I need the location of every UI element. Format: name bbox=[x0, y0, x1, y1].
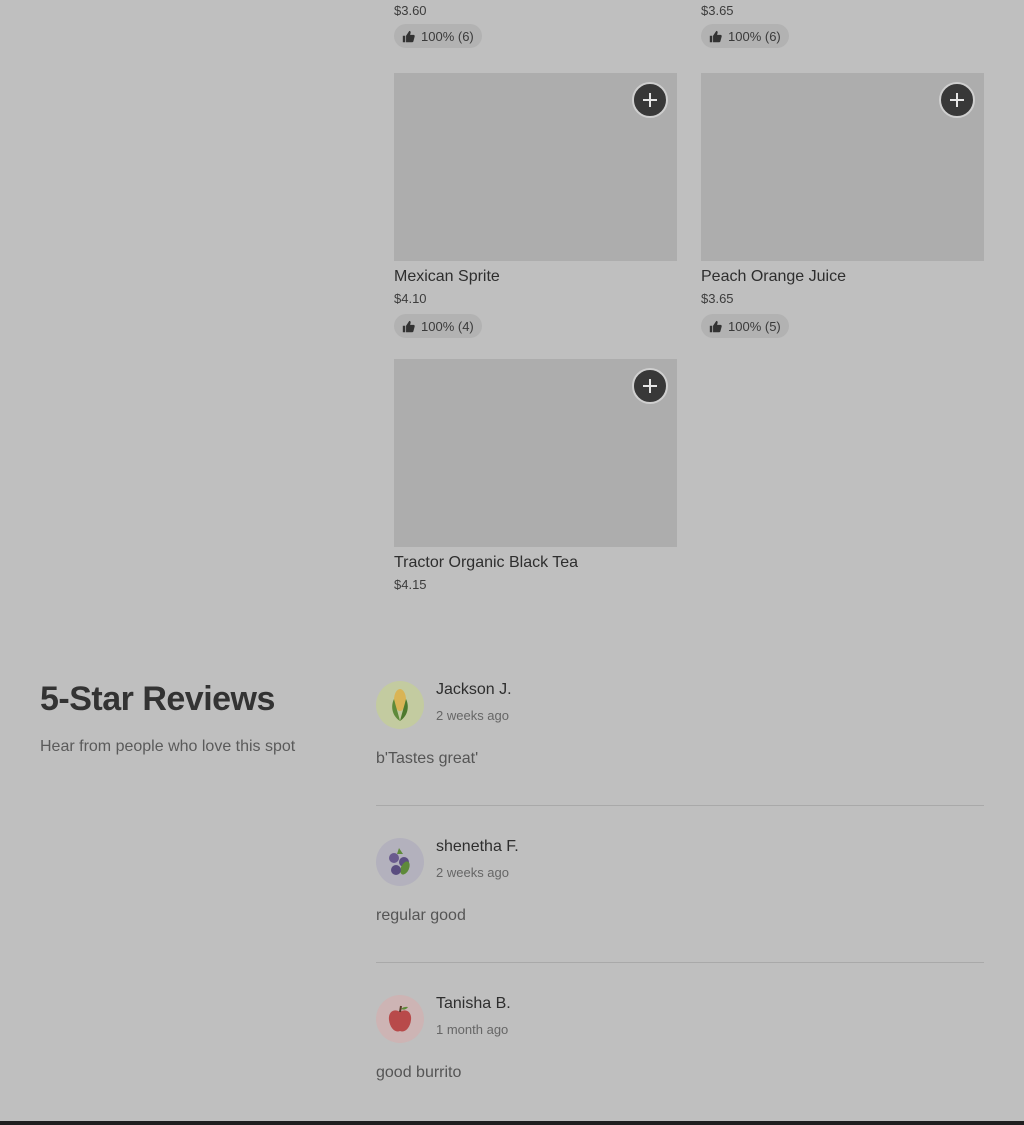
divider bbox=[376, 805, 984, 806]
apple-icon bbox=[388, 1005, 412, 1032]
reviewer-name: Tanisha B. bbox=[436, 995, 511, 1012]
add-to-cart-button[interactable] bbox=[632, 368, 668, 404]
avatar bbox=[376, 995, 424, 1043]
review-item: Tanisha B. 1 month ago good burrito bbox=[376, 995, 984, 1095]
menu-item-card[interactable]: Mexican Sprite $4.10 100% (4) bbox=[394, 73, 677, 338]
reviews-heading: 5-Star Reviews bbox=[40, 680, 275, 718]
item-image[interactable] bbox=[394, 73, 677, 261]
review-time: 1 month ago bbox=[436, 1022, 509, 1037]
add-to-cart-button[interactable] bbox=[632, 82, 668, 118]
rating-text: 100% (4) bbox=[421, 318, 474, 334]
rating-badge: 100% (6) bbox=[394, 24, 482, 48]
corn-icon bbox=[392, 689, 408, 721]
reviewer-name: Jackson J. bbox=[436, 681, 512, 698]
thumbs-up-icon bbox=[402, 30, 415, 42]
review-time: 2 weeks ago bbox=[436, 865, 509, 880]
blueberry-icon bbox=[389, 848, 410, 875]
footer-edge bbox=[0, 1121, 1024, 1125]
rating-badge: 100% (5) bbox=[701, 314, 789, 338]
thumbs-up-icon bbox=[402, 320, 415, 332]
review-text: regular good bbox=[376, 907, 466, 924]
reviews-subtitle: Hear from people who love this spot bbox=[40, 738, 296, 755]
rating-badge: 100% (6) bbox=[701, 24, 789, 48]
item-name[interactable]: Tractor Organic Black Tea bbox=[394, 552, 677, 574]
menu-item-card[interactable]: Tractor Organic Black Tea $4.15 bbox=[394, 359, 677, 595]
item-price: $4.15 bbox=[394, 577, 427, 592]
review-text: good burrito bbox=[376, 1064, 462, 1081]
avatar bbox=[376, 681, 424, 729]
item-price: $3.65 bbox=[701, 291, 734, 306]
item-price: $3.65 bbox=[701, 3, 734, 18]
item-name[interactable]: Mexican Sprite bbox=[394, 266, 677, 288]
item-image[interactable] bbox=[394, 359, 677, 547]
avatar bbox=[376, 838, 424, 886]
divider bbox=[376, 962, 984, 963]
reviewer-name: shenetha F. bbox=[436, 838, 519, 855]
rating-text: 100% (5) bbox=[728, 318, 781, 334]
review-item: Jackson J. 2 weeks ago b'Tastes great' bbox=[376, 681, 984, 781]
menu-item-card[interactable]: Peach Orange Juice $3.65 100% (5) bbox=[701, 73, 984, 338]
rating-badge: 100% (4) bbox=[394, 314, 482, 338]
plus-icon bbox=[950, 93, 964, 107]
add-to-cart-button[interactable] bbox=[939, 82, 975, 118]
review-item: shenetha F. 2 weeks ago regular good bbox=[376, 838, 984, 938]
review-text: b'Tastes great' bbox=[376, 750, 479, 767]
plus-icon bbox=[643, 93, 657, 107]
item-price: $3.60 bbox=[394, 3, 427, 18]
thumbs-up-icon bbox=[709, 320, 722, 332]
rating-text: 100% (6) bbox=[728, 28, 781, 44]
thumbs-up-icon bbox=[709, 30, 722, 42]
item-price: $4.10 bbox=[394, 291, 427, 306]
plus-icon bbox=[643, 379, 657, 393]
review-time: 2 weeks ago bbox=[436, 708, 509, 723]
rating-text: 100% (6) bbox=[421, 28, 474, 44]
item-image[interactable] bbox=[701, 73, 984, 261]
item-name[interactable]: Peach Orange Juice bbox=[701, 266, 984, 288]
